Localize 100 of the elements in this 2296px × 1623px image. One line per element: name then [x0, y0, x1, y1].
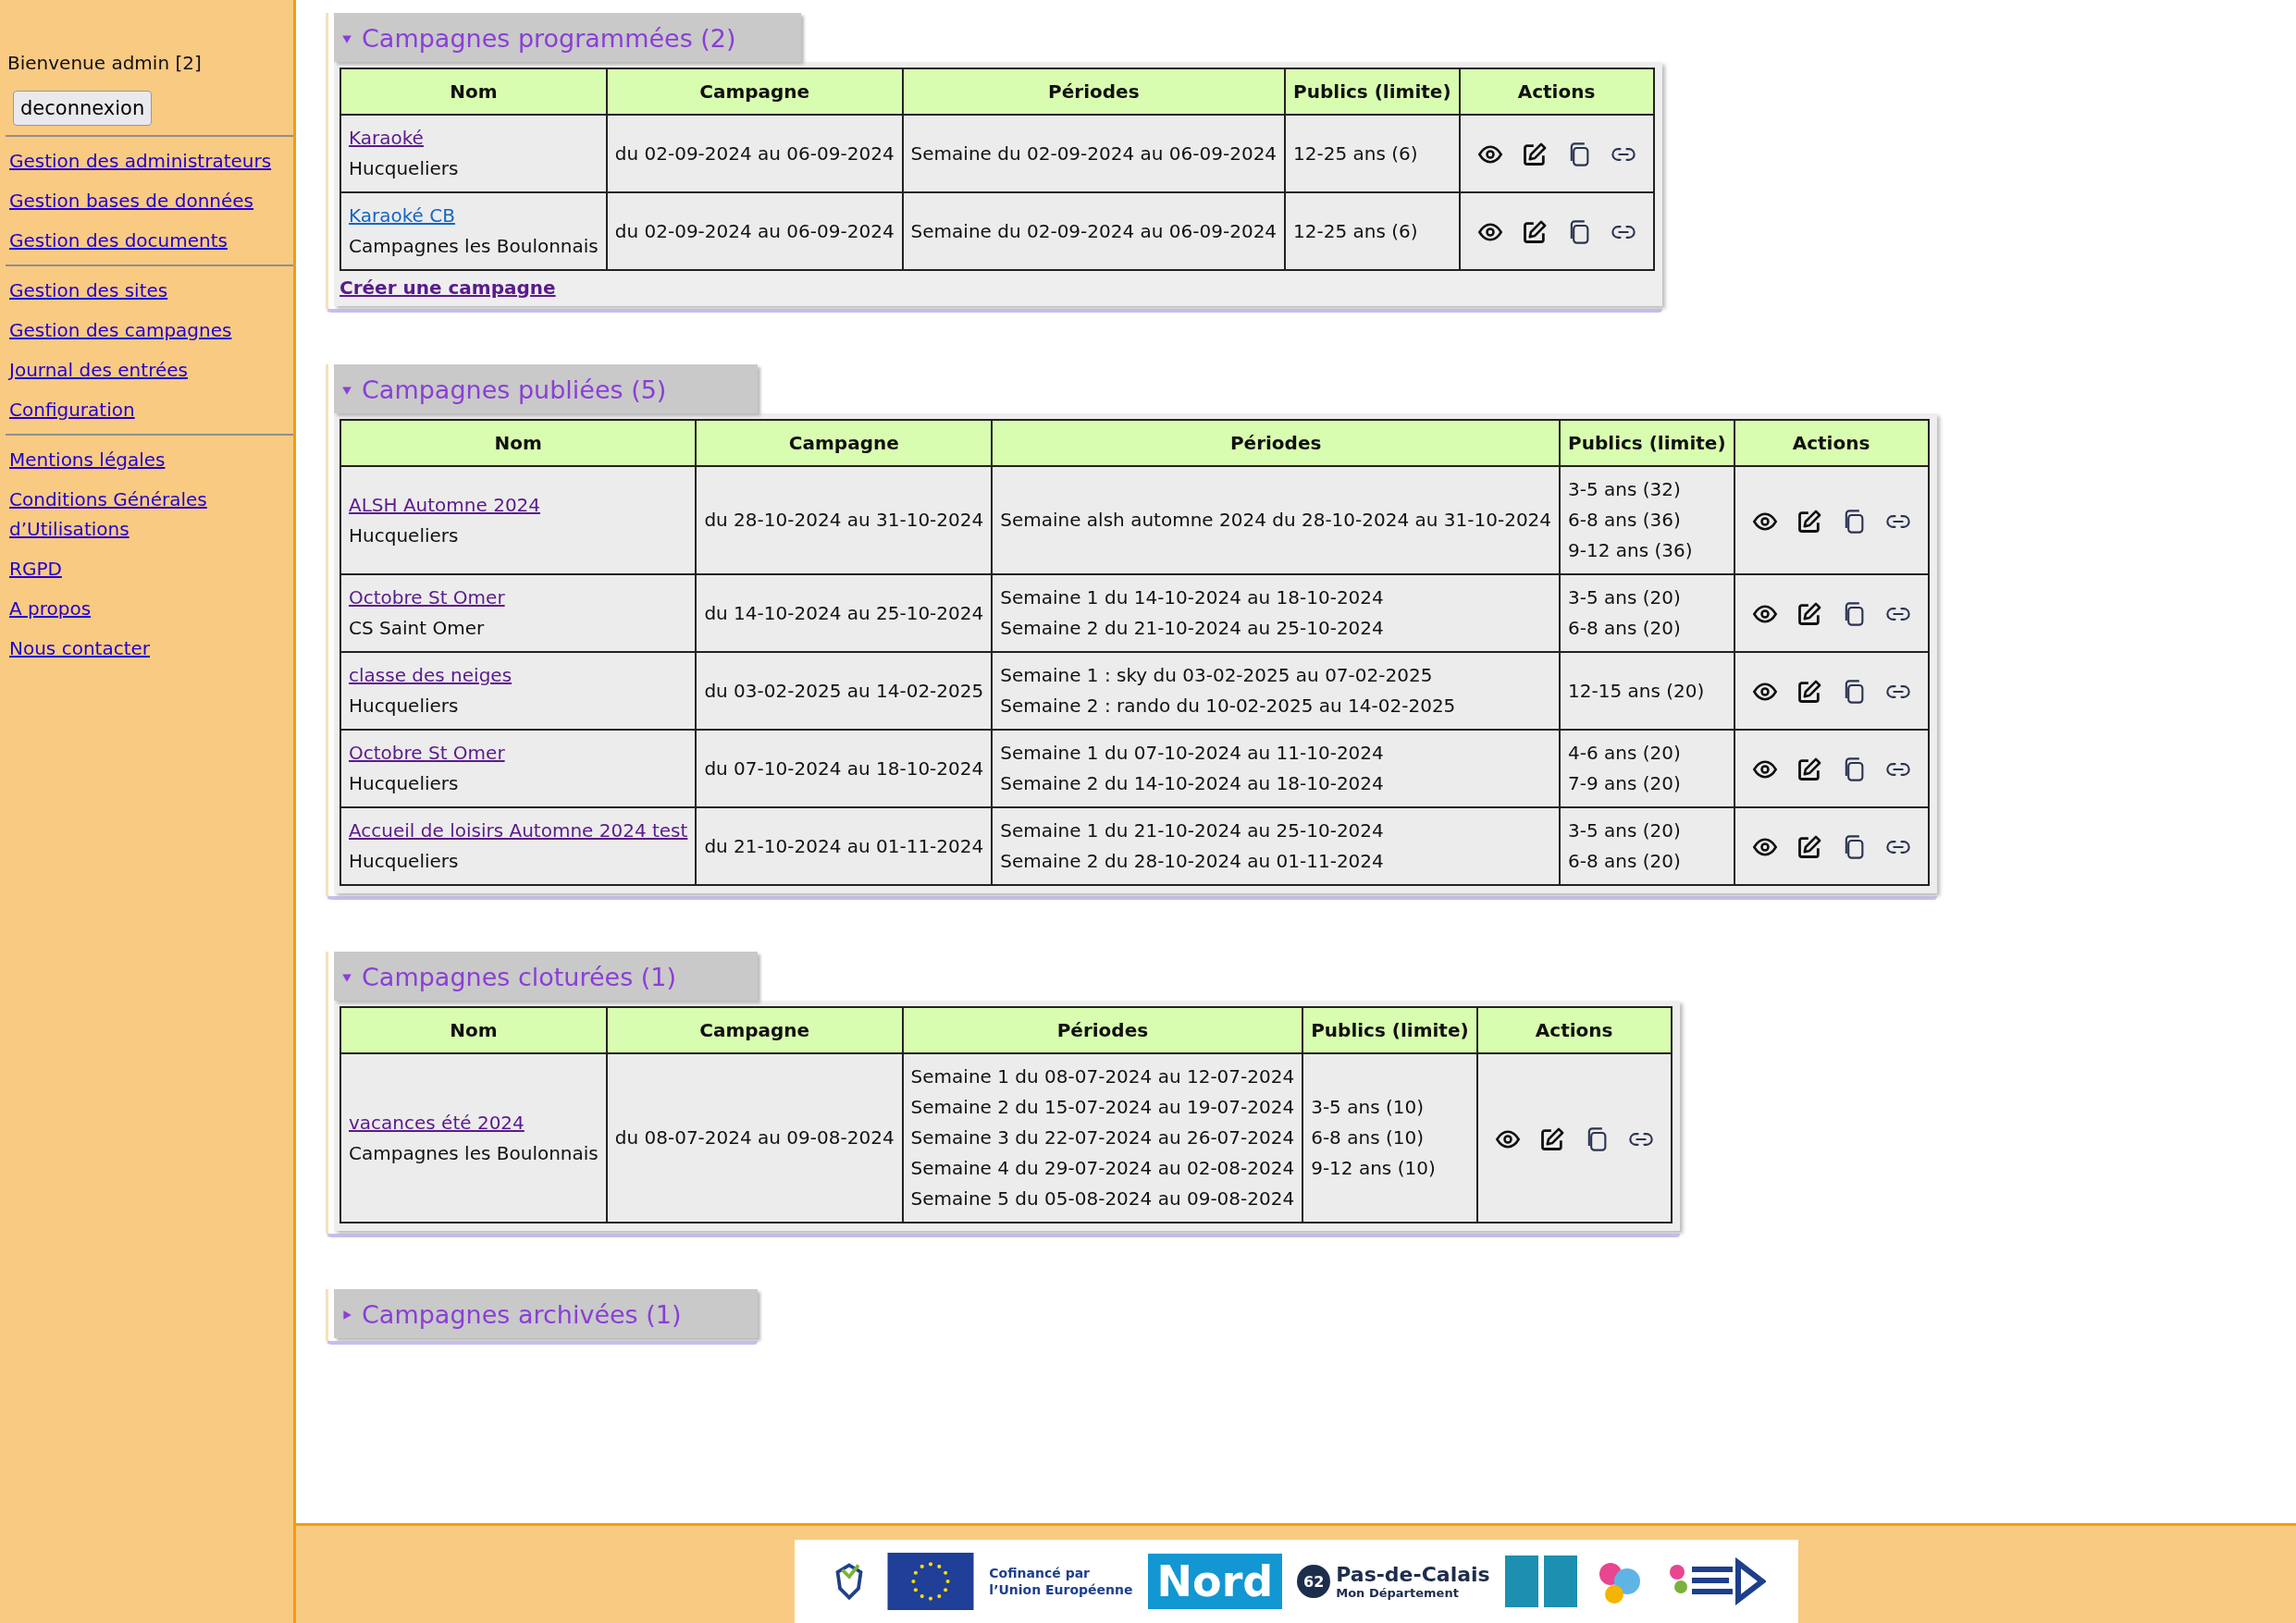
campaign-link[interactable]: Karaoké CB: [349, 204, 455, 227]
edit-icon[interactable]: [1796, 601, 1822, 627]
edit-icon[interactable]: [1796, 679, 1822, 705]
table-cell: du 08-07-2024 au 09-08-2024: [606, 1053, 903, 1223]
campaign-link[interactable]: vacances été 2024: [349, 1111, 525, 1134]
column-header: Périodes: [992, 420, 1561, 466]
column-header: Publics (limite): [1302, 1007, 1477, 1053]
eu-flag-icon: [887, 1553, 975, 1610]
column-header: Nom: [340, 420, 697, 466]
table-cell: du 14-10-2024 au 25-10-2024: [696, 574, 993, 652]
period-text: Semaine 2 du 14-10-2024 au 18-10-2024: [1000, 771, 1385, 796]
welcome-text: Bienvenue admin [2]: [6, 52, 203, 74]
expand-icon: [341, 1309, 352, 1321]
period-text: Semaine alsh automne 2024 du 28-10-2024 au 31-10-2024: [1000, 508, 1552, 533]
expand-icon: [341, 32, 352, 44]
sidebar-link[interactable]: Gestion des campagnes: [9, 315, 278, 345]
section-title: Campagnes cloturées (1): [362, 963, 677, 991]
site-name: Campagnes les Boulonnais: [349, 1141, 599, 1164]
department-tagline: Mon Département: [1336, 1586, 1460, 1600]
sidebar-link[interactable]: Mentions légales: [9, 445, 278, 474]
logout-button[interactable]: deconnexion: [13, 91, 153, 126]
column-header: Campagne: [606, 68, 903, 115]
column-header: Publics (limite): [1285, 68, 1460, 115]
sidebar-link[interactable]: Configuration: [9, 395, 278, 424]
column-header: Périodes: [902, 68, 1286, 115]
edit-icon[interactable]: [1521, 141, 1548, 167]
period-text: Semaine 1 du 21-10-2024 au 25-10-2024: [1000, 818, 1385, 843]
column-header: Actions: [1476, 1007, 1672, 1053]
period-text: Semaine 1 : sky du 03-02-2025 au 07-02-2025: [1000, 663, 1434, 688]
public-text: 6-8 ans (20): [1568, 849, 1682, 874]
public-text: 12-15 ans (20): [1568, 678, 1706, 704]
table-cell: du 21-10-2024 au 01-11-2024: [696, 807, 993, 885]
table-cell: du 28-10-2024 au 31-10-2024: [696, 466, 993, 574]
site-name: Hucqueliers: [349, 850, 459, 872]
column-header: Publics (limite): [1560, 420, 1734, 466]
period-text: Semaine 1 du 14-10-2024 au 18-10-2024: [1000, 585, 1385, 610]
table-cell: du 02-09-2024 au 06-09-2024: [606, 192, 903, 270]
section-title: Campagnes programmées (2): [362, 24, 736, 53]
site-name: Hucqueliers: [349, 523, 459, 547]
edit-icon[interactable]: [1538, 1125, 1565, 1152]
nord-logo: Nord: [1147, 1554, 1283, 1609]
expand-icon: [341, 971, 352, 983]
campaign-link[interactable]: classe des neiges: [349, 664, 512, 686]
period-text: Semaine 1 du 08-07-2024 au 12-07-2024: [910, 1064, 1295, 1089]
edit-icon[interactable]: [1796, 508, 1822, 535]
site-name: CS Saint Omer: [349, 617, 485, 639]
campaign-link[interactable]: ALSH Automne 2024: [349, 493, 541, 516]
edit-icon[interactable]: [1796, 756, 1822, 782]
column-header: Actions: [1459, 68, 1654, 115]
site-name: Campagnes les Boulonnais: [349, 235, 599, 257]
period-text: Semaine 4 du 29-07-2024 au 02-08-2024: [910, 1156, 1295, 1181]
period-text: Semaine 1 du 07-10-2024 au 11-10-2024: [1000, 741, 1385, 766]
table-cell: du 02-09-2024 au 06-09-2024: [606, 115, 903, 192]
period-text: Semaine 5 du 05-08-2024 au 09-08-2024: [910, 1187, 1295, 1211]
public-text: 9-12 ans (36): [1568, 538, 1694, 563]
public-text: 6-8 ans (10): [1311, 1125, 1425, 1150]
public-text: 6-8 ans (20): [1568, 616, 1682, 641]
column-header: Nom: [340, 68, 607, 115]
campaign-link[interactable]: Octobre St Omer: [349, 742, 505, 764]
public-text: 7-9 ans (20): [1568, 771, 1682, 796]
column-header: Périodes: [902, 1007, 1303, 1053]
public-text: 3-5 ans (32): [1568, 477, 1682, 502]
edit-icon[interactable]: [1521, 219, 1548, 245]
period-text: Semaine 2 : rando du 10-02-2025 au 14-02-2025: [1000, 694, 1457, 719]
expand-icon: [341, 384, 352, 396]
sidebar-link[interactable]: Gestion des administrateurs: [9, 146, 278, 176]
sidebar-link[interactable]: Nous contacter: [9, 633, 278, 663]
campaign-link[interactable]: Octobre St Omer: [349, 586, 505, 609]
sidebar-link[interactable]: Gestion bases de données: [9, 186, 278, 215]
period-text: Semaine 2 du 15-07-2024 au 19-07-2024: [910, 1095, 1295, 1120]
create-campaign-link[interactable]: Créer une campagne: [339, 277, 556, 299]
period-text: Semaine 3 du 22-07-2024 au 26-07-2024: [910, 1125, 1295, 1150]
column-header: Actions: [1734, 420, 1929, 466]
department-number-badge: 62: [1297, 1565, 1331, 1598]
period-text: Semaine du 02-09-2024 au 06-09-2024: [910, 218, 1278, 244]
sidebar-link[interactable]: Gestion des sites: [9, 276, 278, 305]
public-text: 6-8 ans (36): [1568, 508, 1682, 533]
table-cell: du 07-10-2024 au 18-10-2024: [696, 730, 993, 807]
campaign-link[interactable]: Karaoké: [349, 127, 424, 149]
public-text: 3-5 ans (20): [1568, 818, 1682, 843]
site-name: Hucqueliers: [349, 772, 459, 794]
section-title: Campagnes archivées (1): [362, 1300, 682, 1329]
column-header: Nom: [340, 1007, 607, 1053]
campaign-link[interactable]: Accueil de loisirs Automne 2024 test: [349, 819, 688, 842]
section-title: Campagnes publiées (5): [362, 375, 667, 404]
sidebar-link[interactable]: Journal des entrées: [9, 355, 278, 385]
public-text: 9-12 ans (10): [1311, 1156, 1437, 1181]
column-header: Campagne: [696, 420, 993, 466]
sidebar-link[interactable]: A propos: [9, 594, 278, 623]
department-name: Pas-de-Calais: [1336, 1563, 1490, 1586]
period-text: Semaine du 02-09-2024 au 06-09-2024: [910, 141, 1278, 166]
public-text: 12-25 ans (6): [1293, 218, 1419, 244]
public-text: 3-5 ans (20): [1568, 585, 1682, 610]
public-text: 3-5 ans (10): [1311, 1095, 1425, 1120]
period-text: Semaine 2 du 28-10-2024 au 01-11-2024: [1000, 849, 1385, 874]
public-text: 12-25 ans (6): [1293, 141, 1419, 166]
edit-icon[interactable]: [1796, 834, 1822, 860]
sidebar-link[interactable]: Conditions Générales d’Utilisations: [9, 485, 278, 544]
sidebar-link[interactable]: Gestion des documents: [9, 226, 278, 255]
sidebar-link[interactable]: RGPD: [9, 554, 278, 584]
